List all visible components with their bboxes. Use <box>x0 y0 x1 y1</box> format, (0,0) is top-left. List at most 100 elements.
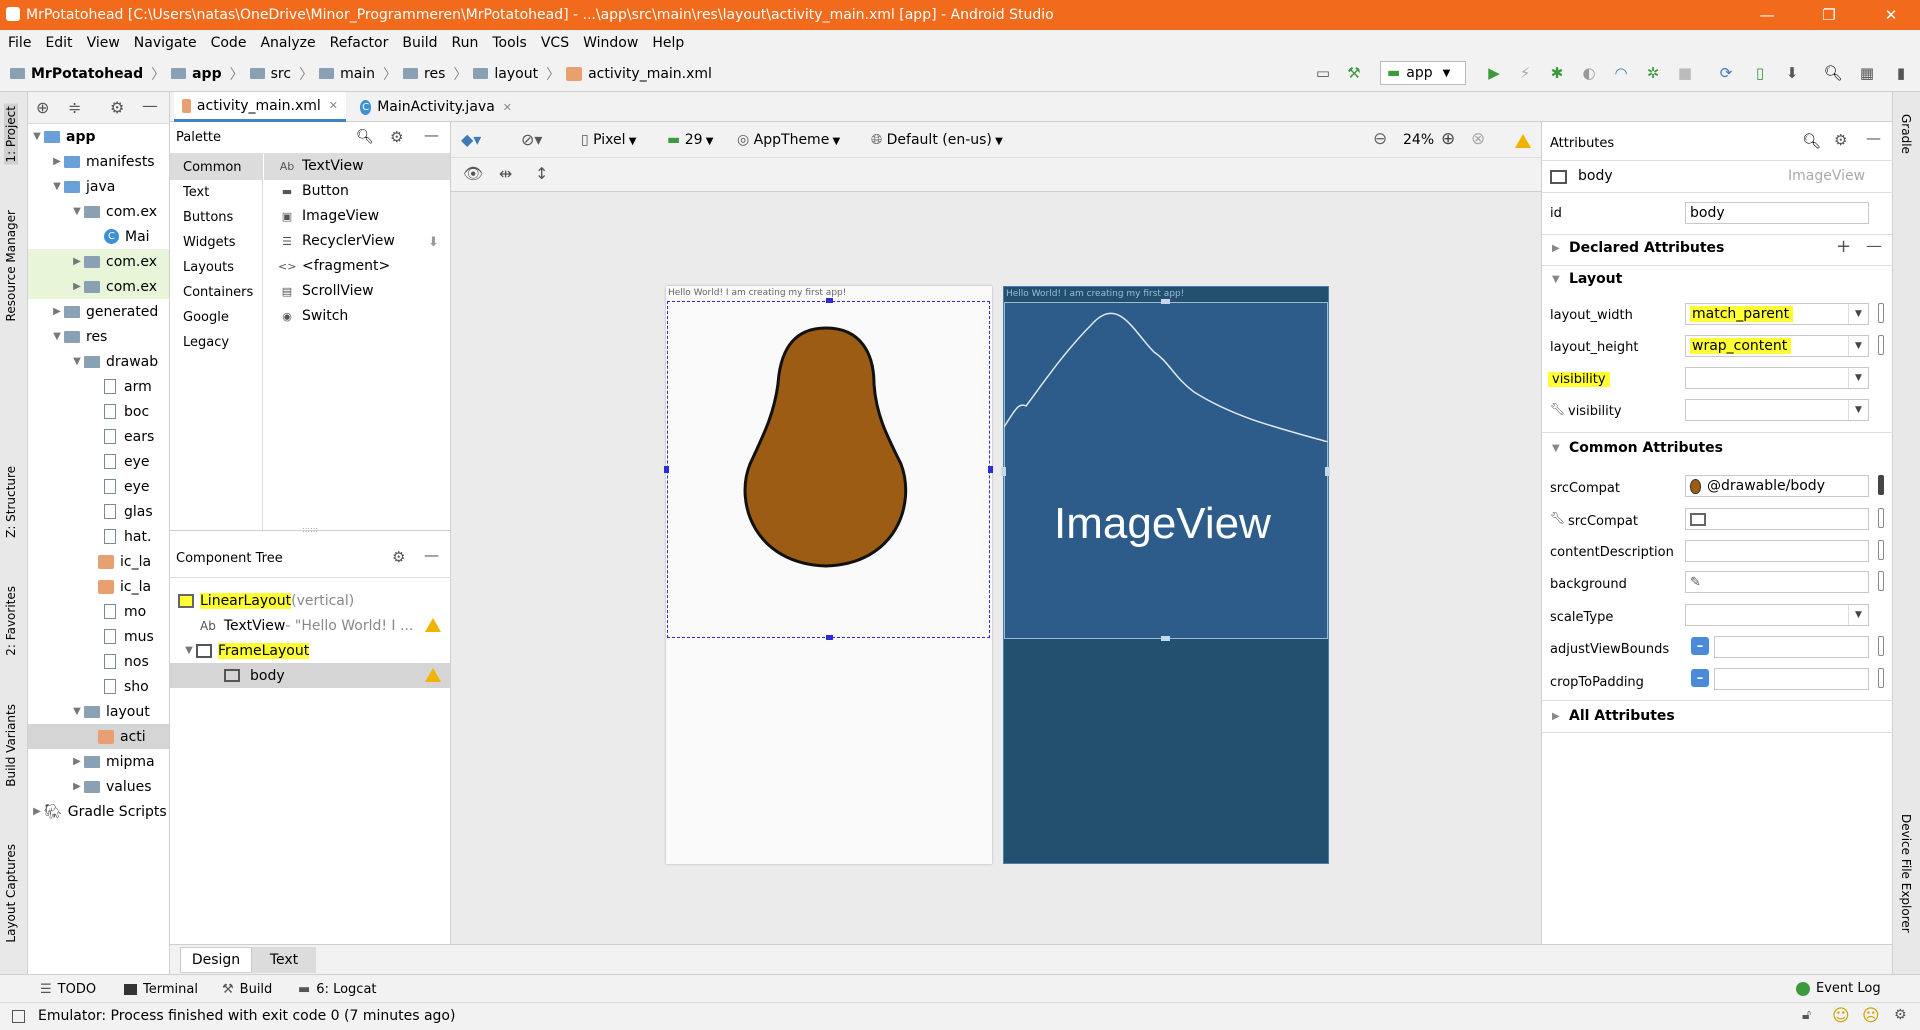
event-log-button[interactable]: Event Log <box>1796 981 1881 996</box>
breadcrumb-file[interactable]: activity_main.xml <box>566 66 712 82</box>
expand-arrow-icon[interactable]: ▶ <box>1552 711 1560 722</box>
download-icon[interactable]: ⬇ <box>428 235 439 250</box>
tree-textview[interactable]: Ab TextView - "Hello World! I ... <box>200 613 413 638</box>
zoom-in-icon[interactable]: ⊕ <box>1441 129 1455 149</box>
tree-item-generated[interactable]: ▶ generated <box>50 299 158 324</box>
breadcrumb-main[interactable]: main 〉 <box>319 64 397 84</box>
tree-item-file[interactable]: glas <box>104 499 153 524</box>
menu-help[interactable]: Help <box>652 35 684 51</box>
tree-item-res[interactable]: ▼ res <box>50 324 107 349</box>
gear-icon[interactable]: ⚙ <box>1834 131 1847 149</box>
tab-structure[interactable]: Z: Structure <box>4 466 18 538</box>
design-canvas[interactable]: Hello World! I am creating my first app!… <box>451 192 1541 944</box>
project-structure-icon[interactable]: ▦ <box>1856 62 1878 84</box>
chevron-down-icon[interactable]: ▼ <box>1848 605 1868 625</box>
tree-item-file[interactable]: mo <box>104 599 146 624</box>
resource-picker-icon[interactable] <box>1878 571 1884 591</box>
attr-visibility-field[interactable]: ▼ <box>1685 367 1869 389</box>
hide-icon[interactable]: — <box>424 126 439 144</box>
resize-handle[interactable] <box>1001 467 1006 476</box>
resource-picker-icon[interactable] <box>1878 303 1884 323</box>
menu-vcs[interactable]: VCS <box>541 35 569 51</box>
tree-item-package[interactable]: ▶ com.ex <box>28 274 169 299</box>
hide-icon[interactable]: — <box>142 96 158 115</box>
attr-scaletype-field[interactable]: ▼ <box>1685 604 1869 626</box>
resize-handle[interactable] <box>664 466 669 473</box>
happy-face-icon[interactable]: ☺ <box>1832 1006 1850 1026</box>
tree-body[interactable]: body <box>224 663 285 688</box>
close-icon[interactable]: ✕ <box>329 99 338 112</box>
breadcrumb-layout[interactable]: layout 〉 <box>473 64 560 84</box>
hide-icon[interactable]: — <box>424 546 439 564</box>
resource-picker-icon[interactable] <box>1878 540 1884 560</box>
hide-tool-windows-icon[interactable] <box>12 1010 25 1023</box>
tree-framelayout[interactable]: ▼ FrameLayout <box>182 638 310 663</box>
tree-item-file[interactable]: ic_la <box>98 574 151 599</box>
tree-item-file[interactable]: ic_la <box>98 549 151 574</box>
pan-vertical-icon[interactable]: ↕ <box>535 164 548 183</box>
breadcrumb-res[interactable]: res 〉 <box>403 64 467 84</box>
breadcrumb-src[interactable]: src 〉 <box>249 64 313 84</box>
tab-resource-manager[interactable]: Resource Manager <box>4 210 18 321</box>
tab-project[interactable]: 1: Project <box>4 104 18 165</box>
palette-category-label[interactable]: Layouts <box>183 260 234 275</box>
zoom-out-icon[interactable]: ⊖ <box>1373 129 1387 149</box>
resource-picker-icon[interactable] <box>1878 508 1884 528</box>
tab-device-file-explorer[interactable]: Device File Explorer <box>1899 814 1913 933</box>
palette-category-label[interactable]: Legacy <box>183 335 229 350</box>
apply-changes-icon[interactable]: ⚡ <box>1514 62 1536 84</box>
tab-layout-captures[interactable]: Layout Captures <box>4 844 18 943</box>
orientation-icon[interactable]: ⊘▾ <box>521 130 542 149</box>
palette-category-label[interactable]: Widgets <box>183 235 236 250</box>
sync-gradle-icon[interactable]: ⟳ <box>1715 62 1737 84</box>
attr-tools-srccompat-field[interactable] <box>1685 508 1869 530</box>
tab-build-variants[interactable]: Build Variants <box>4 704 18 787</box>
palette-item-textview[interactable]: Ab TextView <box>278 158 364 174</box>
tree-linearlayout[interactable]: LinearLayout (vertical) <box>178 588 354 613</box>
attr-id-field[interactable]: body <box>1685 202 1869 224</box>
locate-icon[interactable]: ⊕ <box>36 98 49 117</box>
warning-icon[interactable] <box>1515 134 1531 148</box>
attr-croptopadding-field[interactable] <box>1714 668 1869 690</box>
attr-layout-width-field[interactable]: match_parent ▼ <box>1685 303 1869 325</box>
tree-item-file[interactable]: mus <box>104 624 154 649</box>
search-icon[interactable]: 🔍︎ <box>1802 132 1821 150</box>
attr-contentdescription-field[interactable] <box>1685 540 1869 562</box>
tree-body-selected[interactable] <box>170 663 450 688</box>
expand-arrow-icon[interactable]: ▶ <box>1552 243 1560 254</box>
resize-handle[interactable] <box>988 466 993 473</box>
build-button[interactable]: ⚒ Build <box>222 982 272 997</box>
terminal-button[interactable]: Terminal <box>124 982 198 997</box>
menu-edit[interactable]: Edit <box>45 35 72 51</box>
section-layout[interactable]: Layout <box>1569 271 1622 287</box>
resource-picker-icon[interactable] <box>1878 668 1884 688</box>
preview-hello-text[interactable]: Hello World! I am creating my first app! <box>668 288 846 298</box>
pan-horizontal-icon[interactable]: ⇹ <box>499 164 512 183</box>
collapse-icon[interactable]: ≑ <box>68 98 81 117</box>
coverage-icon[interactable]: ◐ <box>1578 62 1600 84</box>
debug-icon[interactable]: ✱ <box>1546 62 1568 84</box>
profile-icon[interactable]: ◠ <box>1610 62 1632 84</box>
tree-item-file[interactable]: sho <box>104 674 149 699</box>
gear-icon[interactable]: ⚙ <box>110 98 124 117</box>
gear-icon[interactable]: ⚙ <box>392 548 405 566</box>
hide-icon[interactable]: — <box>1866 129 1881 147</box>
device-manager-icon[interactable]: ▭ <box>1312 62 1334 84</box>
tree-item-mipmap[interactable]: ▶ mipma <box>70 749 155 774</box>
eye-icon[interactable]: 👁︎ <box>463 164 483 183</box>
memory-indicator-icon[interactable]: ⚙ <box>1894 1007 1907 1023</box>
theme-select[interactable]: ◎ AppTheme ▼ <box>737 132 840 148</box>
tree-item-file[interactable]: nos <box>104 649 149 674</box>
chevron-down-icon[interactable]: ▼ <box>1848 400 1868 420</box>
gear-icon[interactable]: ⚙ <box>390 128 403 146</box>
tab-mainactivity[interactable]: C MainActivity.java ✕ <box>352 92 520 122</box>
menu-view[interactable]: View <box>87 35 120 51</box>
add-icon[interactable]: + <box>1836 236 1851 257</box>
palette-category-label[interactable]: Buttons <box>183 210 233 225</box>
section-common-attributes[interactable]: Common Attributes <box>1569 440 1723 456</box>
menu-run[interactable]: Run <box>452 35 479 51</box>
tree-item-java[interactable]: ▼ java <box>50 174 115 199</box>
attr-layout-height-field[interactable]: wrap_content ▼ <box>1685 335 1869 357</box>
tree-item-package[interactable]: ▼ com.ex <box>70 199 157 224</box>
tree-item-drawable[interactable]: ▼ drawab <box>70 349 158 374</box>
